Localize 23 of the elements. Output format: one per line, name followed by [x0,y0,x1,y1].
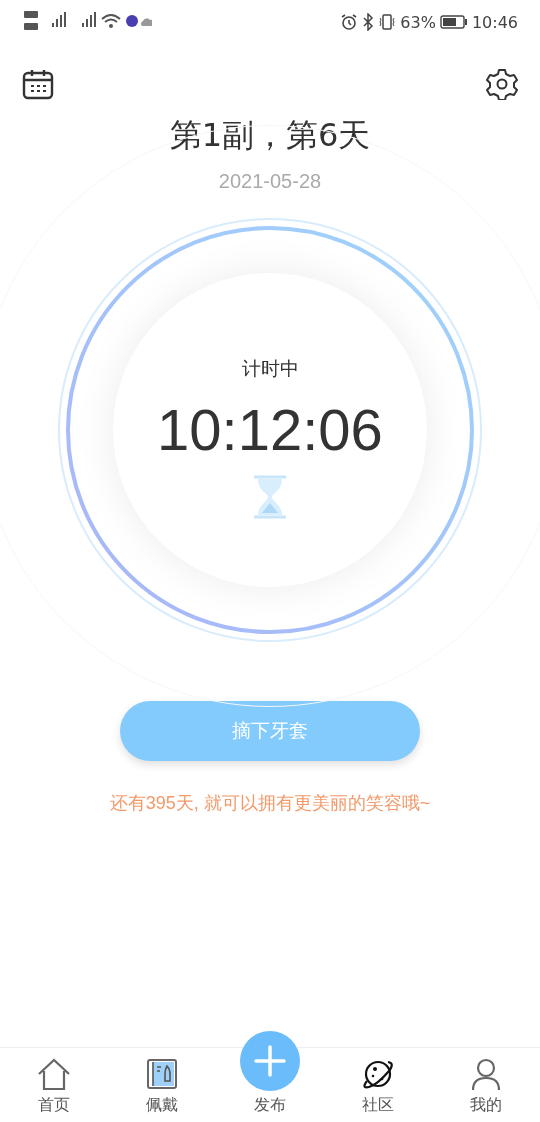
nav-tab[interactable]: 我的 [446,1057,526,1116]
timer-status: 计时中 [241,355,299,381]
battery-percent: 63% [400,12,436,32]
timer-elapsed: 10:12:06 [157,395,383,463]
home-icon [37,1057,71,1091]
date-label: 2021-05-28 [218,170,322,193]
nav-tab[interactable]: 发布 [230,1031,310,1116]
nav-tab[interactable]: 首页 [14,1057,94,1116]
vibrate-icon [378,13,397,31]
add-icon [240,1031,300,1091]
nav-tab[interactable]: 佩戴 [122,1057,202,1116]
user-icon [469,1057,503,1091]
settings-icon[interactable] [486,68,518,100]
battery-icon [439,15,468,29]
alarm-icon [340,13,359,31]
case-icon [145,1057,179,1091]
calendar-icon[interactable] [22,68,54,100]
hourglass-icon [252,474,288,519]
plan-title: 第1副，第6天 [169,115,371,156]
clock-time: 10:46 [471,12,518,32]
countdown-message: 还有395天, 就可以拥有更美丽的笑容哦~ [109,792,431,815]
bluetooth-icon [362,13,375,31]
nav-tab[interactable]: 社区 [338,1057,418,1116]
